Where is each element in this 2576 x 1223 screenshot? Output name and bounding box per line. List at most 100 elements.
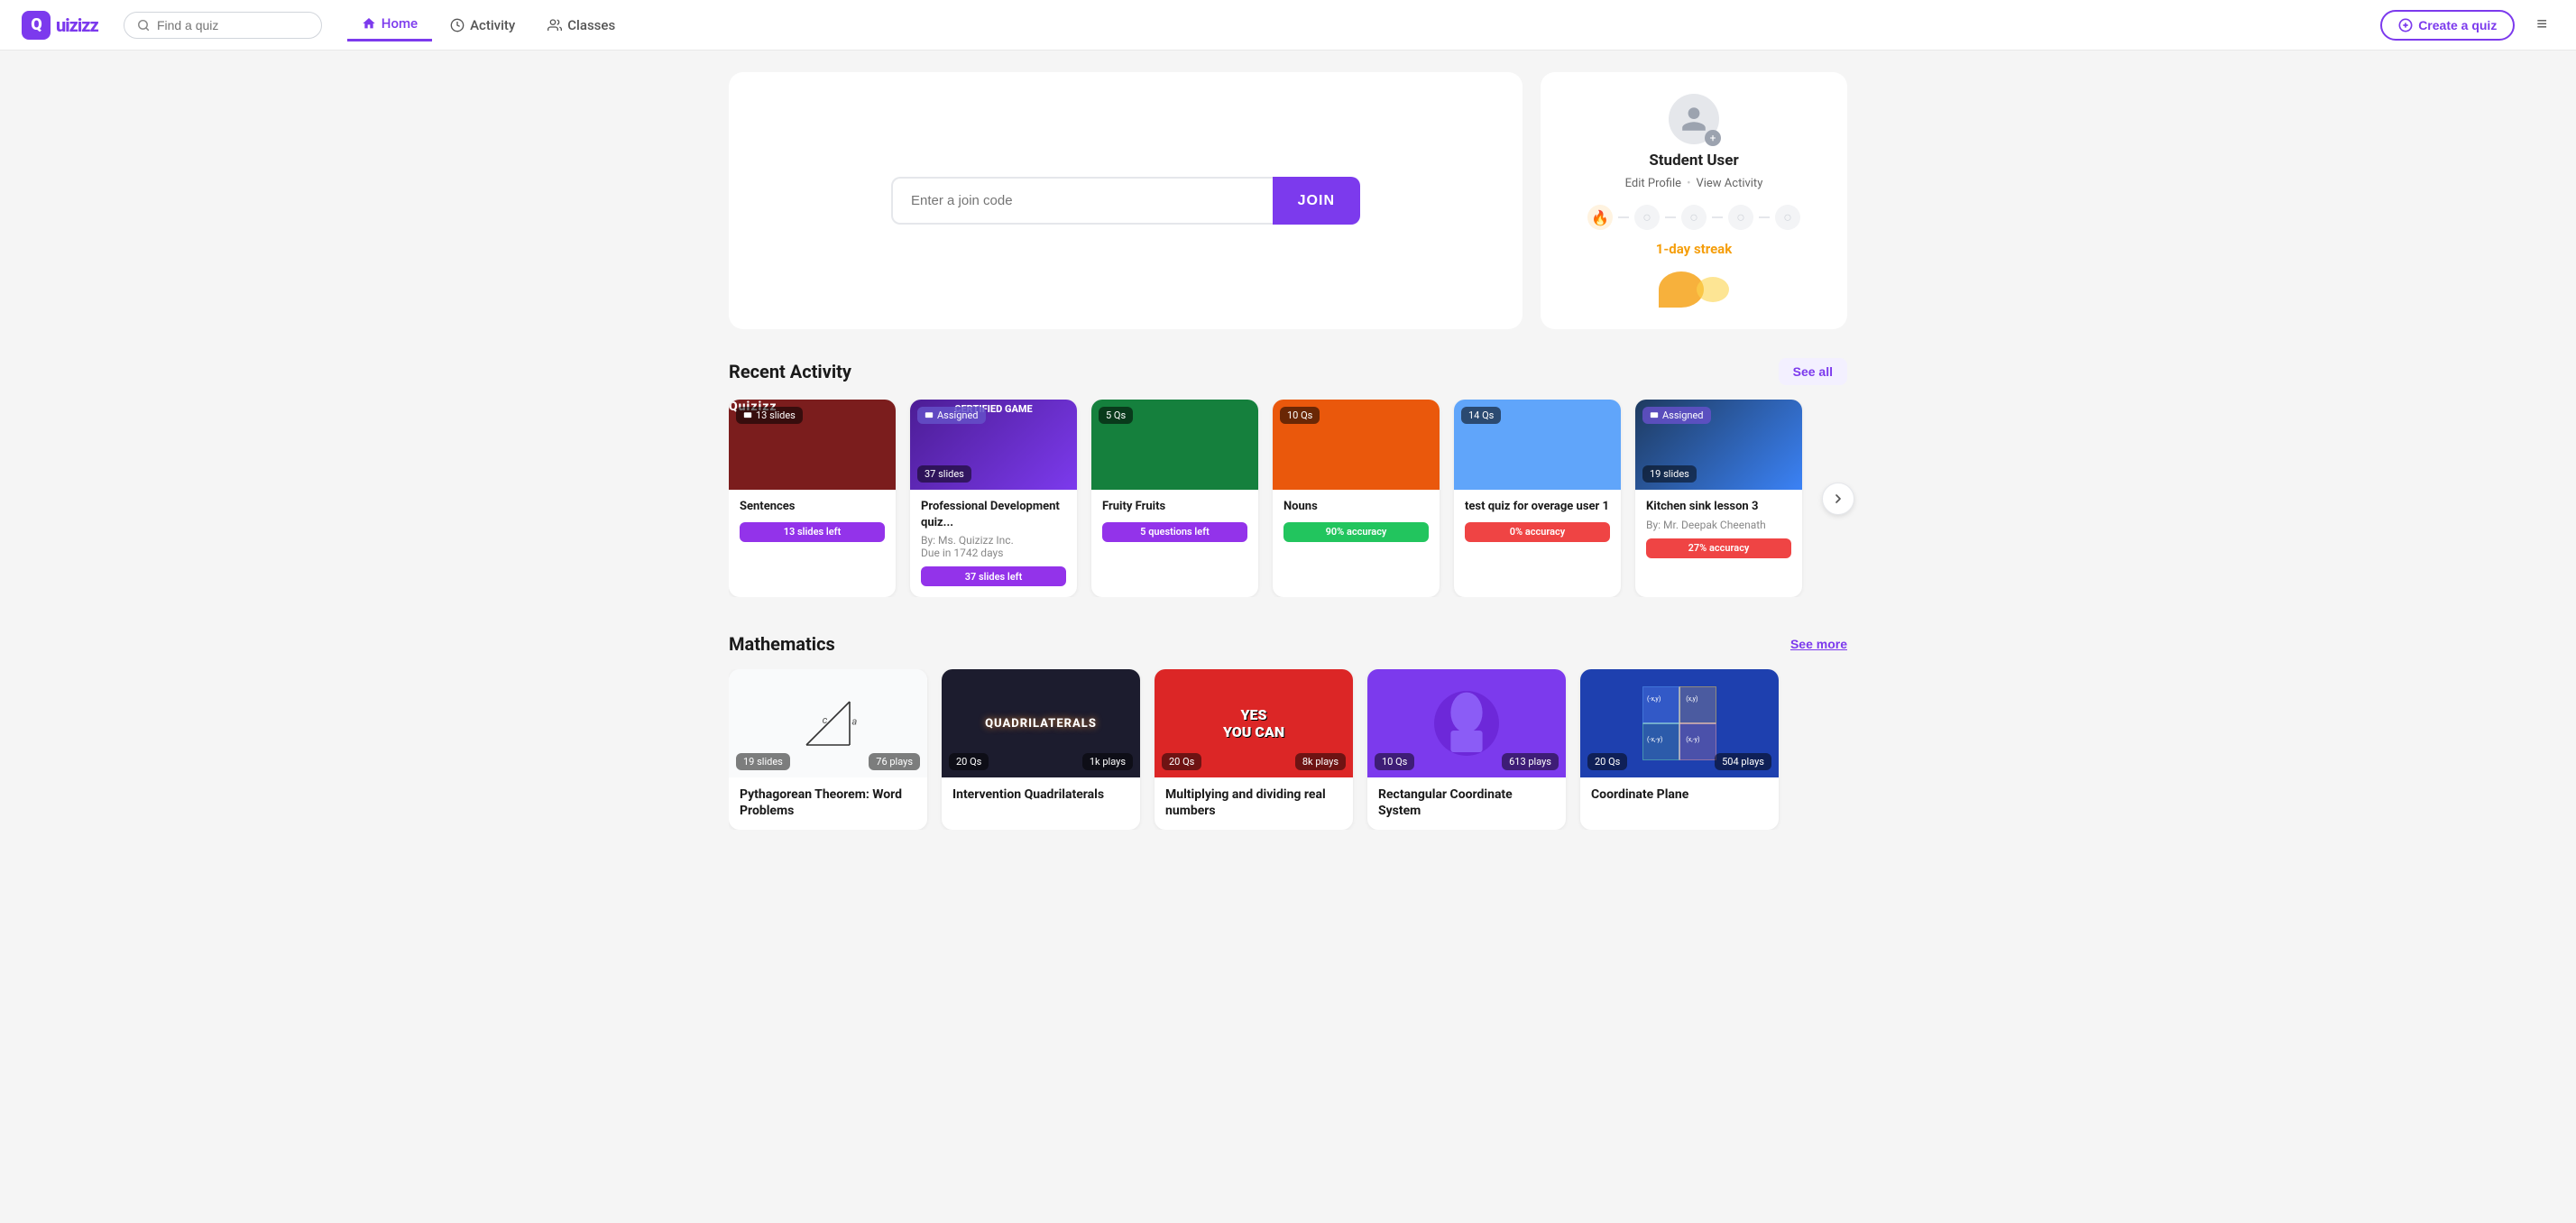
quadrilaterals-plays-badge: 1k plays — [1082, 753, 1133, 770]
menu-button[interactable]: ≡ — [2529, 11, 2554, 39]
multiplying-thumb-text: YESYOU CAN — [1223, 706, 1284, 740]
logo-icon: Q — [22, 11, 51, 40]
quadrilaterals-thumb-text: QUADRILATERALS — [985, 717, 1097, 731]
card-nouns-title: Nouns — [1283, 499, 1429, 515]
card-professional-dev-meta-by: By: Ms. Quizizz Inc. — [921, 534, 1066, 547]
card-nouns-thumb: 10 Qs — [1273, 400, 1440, 490]
search-bar — [124, 12, 322, 39]
streak-blob-2 — [1697, 277, 1729, 302]
math-card-coordinate-plane-body: Coordinate Plane — [1580, 777, 1779, 814]
card-kitchen-sink-badge: 19 slides — [1642, 465, 1697, 483]
avatar: + — [1669, 94, 1719, 144]
math-card-coordinate-plane-thumb: (-x,y) (x,y) (-x,-y) (x,-y) 20 Qs 504 pl… — [1580, 669, 1779, 777]
recent-activity-next-button[interactable] — [1822, 483, 1854, 515]
avatar-add-icon[interactable]: + — [1705, 130, 1721, 146]
profile-separator: • — [1687, 177, 1690, 190]
card-kitchen-sink-body: Kitchen sink lesson 3 By: Mr. Deepak Che… — [1635, 490, 1802, 569]
plus-circle-icon — [2398, 18, 2413, 32]
multiplying-plays-badge: 8k plays — [1295, 753, 1346, 770]
card-nouns[interactable]: 10 Qs Nouns 90% accuracy — [1273, 400, 1440, 597]
create-quiz-button[interactable]: Create a quiz — [2380, 10, 2515, 41]
chevron-right-icon — [1831, 492, 1845, 506]
streak-dot-1: 🔥 — [1587, 205, 1613, 230]
search-icon — [137, 18, 150, 32]
edit-profile-link[interactable]: Edit Profile — [1625, 177, 1681, 190]
math-card-quadrilaterals[interactable]: QUADRILATERALS 20 Qs 1k plays Interventi… — [942, 669, 1140, 830]
mathematics-cards-row: c a 19 slides 76 plays Pythagorean Theor… — [729, 669, 1847, 830]
card-test-quiz[interactable]: 14 Qs test quiz for overage user 1 0% ac… — [1454, 400, 1621, 597]
menu-icon: ≡ — [2536, 14, 2547, 34]
card-nouns-progress: 90% accuracy — [1283, 522, 1429, 542]
math-card-pythagorean-thumb: c a 19 slides 76 plays — [729, 669, 927, 777]
nav-home-label: Home — [382, 15, 418, 32]
nav-link-activity[interactable]: Activity — [436, 10, 529, 41]
clock-icon — [450, 18, 465, 32]
main-content: JOIN + Student User Edit Profile • View … — [711, 51, 1865, 887]
logo[interactable]: Q uizizz — [22, 11, 98, 40]
nav-link-classes[interactable]: Classes — [533, 10, 630, 41]
card-professional-dev-assigned-badge: Assigned — [917, 407, 986, 424]
card-professional-dev-body: Professional Development quiz... By: Ms.… — [910, 490, 1077, 597]
nav-classes-label: Classes — [567, 17, 615, 33]
math-card-quadrilaterals-title: Intervention Quadrilaterals — [952, 786, 1129, 803]
pythagorean-plays-badge: 76 plays — [869, 753, 920, 770]
join-code-input[interactable] — [891, 177, 1273, 225]
mathematics-header: Mathematics See more — [729, 633, 1847, 655]
avatar-icon — [1679, 105, 1708, 133]
card-professional-dev-meta-due: Due in 1742 days — [921, 547, 1066, 559]
pythagorean-illustration: c a — [792, 687, 864, 759]
math-card-coordinate-plane[interactable]: (-x,y) (x,y) (-x,-y) (x,-y) 20 Qs 504 pl… — [1580, 669, 1779, 830]
card-sentences-badge: 13 slides — [736, 407, 803, 424]
card-fruity-fruits-title: Fruity Fruits — [1102, 499, 1247, 515]
recent-activity-cards-row: Quizizz 13 slides Sentences 13 slides le… — [729, 400, 1847, 597]
card-sentences-progress: 13 slides left — [740, 522, 885, 542]
card-kitchen-sink[interactable]: Assigned 19 slides Kitchen sink lesson 3… — [1635, 400, 1802, 597]
join-button[interactable]: JOIN — [1273, 177, 1360, 225]
card-sentences-title: Sentences — [740, 499, 885, 515]
math-card-rectangular-coordinate-body: Rectangular Coordinate System — [1367, 777, 1566, 830]
math-card-pythagorean-stats: 19 slides 76 plays — [736, 753, 920, 770]
card-professional-dev-title: Professional Development quiz... — [921, 499, 1066, 530]
search-input[interactable] — [157, 18, 308, 32]
card-kitchen-sink-meta: By: Mr. Deepak Cheenath — [1646, 519, 1791, 531]
math-card-pythagorean[interactable]: c a 19 slides 76 plays Pythagorean Theor… — [729, 669, 927, 830]
streak-dot-4: ○ — [1728, 205, 1753, 230]
coordinate-plane-illustration: (-x,y) (x,y) (-x,-y) (x,-y) — [1639, 683, 1720, 764]
nav-link-home[interactable]: Home — [347, 8, 432, 41]
logo-text: uizizz — [56, 14, 98, 36]
card-fruity-fruits-badge: 5 Qs — [1099, 407, 1133, 424]
multiplying-qs-badge: 20 Qs — [1162, 753, 1201, 770]
streak-illustration — [1659, 271, 1729, 308]
card-fruity-fruits[interactable]: 5 Qs Fruity Fruits 5 questions left — [1091, 400, 1258, 597]
streak-row: 🔥 ○ ○ ○ ○ — [1587, 205, 1800, 230]
card-kitchen-sink-assigned-badge: Assigned — [1642, 407, 1711, 424]
recent-activity-header: Recent Activity See all — [729, 358, 1847, 385]
view-activity-link[interactable]: View Activity — [1696, 177, 1762, 190]
profile-card: + Student User Edit Profile • View Activ… — [1541, 72, 1847, 329]
hero-section: JOIN + Student User Edit Profile • View … — [729, 72, 1847, 329]
card-test-quiz-progress: 0% accuracy — [1465, 522, 1610, 542]
card-sentences[interactable]: Quizizz 13 slides Sentences 13 slides le… — [729, 400, 896, 597]
card-kitchen-sink-progress: 27% accuracy — [1646, 538, 1791, 558]
math-card-quadrilaterals-body: Intervention Quadrilaterals — [942, 777, 1140, 814]
nav-right: Create a quiz ≡ — [2380, 10, 2554, 41]
see-all-button[interactable]: See all — [1779, 358, 1847, 385]
assigned-icon — [925, 411, 934, 420]
streak-line-2 — [1665, 216, 1676, 218]
home-icon — [362, 16, 376, 31]
rectangular-coordinate-qs-badge: 10 Qs — [1375, 753, 1414, 770]
card-test-quiz-title: test quiz for overage user 1 — [1465, 499, 1610, 515]
math-card-multiplying-thumb: YESYOU CAN 20 Qs 8k plays — [1155, 669, 1353, 777]
card-professional-dev-thumb: CERTIFIED GAME Assigned 37 slides — [910, 400, 1077, 490]
coordinate-plane-qs-badge: 20 Qs — [1587, 753, 1627, 770]
card-professional-dev[interactable]: CERTIFIED GAME Assigned 37 slides Profes… — [910, 400, 1077, 597]
card-sentences-thumb: Quizizz 13 slides — [729, 400, 896, 490]
streak-dot-3: ○ — [1681, 205, 1707, 230]
pythagorean-slides-badge: 19 slides — [736, 753, 790, 770]
recent-activity-cards-container: Quizizz 13 slides Sentences 13 slides le… — [729, 400, 1847, 597]
math-card-rectangular-coordinate-stats: 10 Qs 613 plays — [1375, 753, 1559, 770]
math-card-rectangular-coordinate[interactable]: 10 Qs 613 plays Rectangular Coordinate S… — [1367, 669, 1566, 830]
math-card-multiplying[interactable]: YESYOU CAN 20 Qs 8k plays Multiplying an… — [1155, 669, 1353, 830]
card-test-quiz-badge: 14 Qs — [1461, 407, 1501, 424]
see-more-button[interactable]: See more — [1790, 637, 1847, 651]
